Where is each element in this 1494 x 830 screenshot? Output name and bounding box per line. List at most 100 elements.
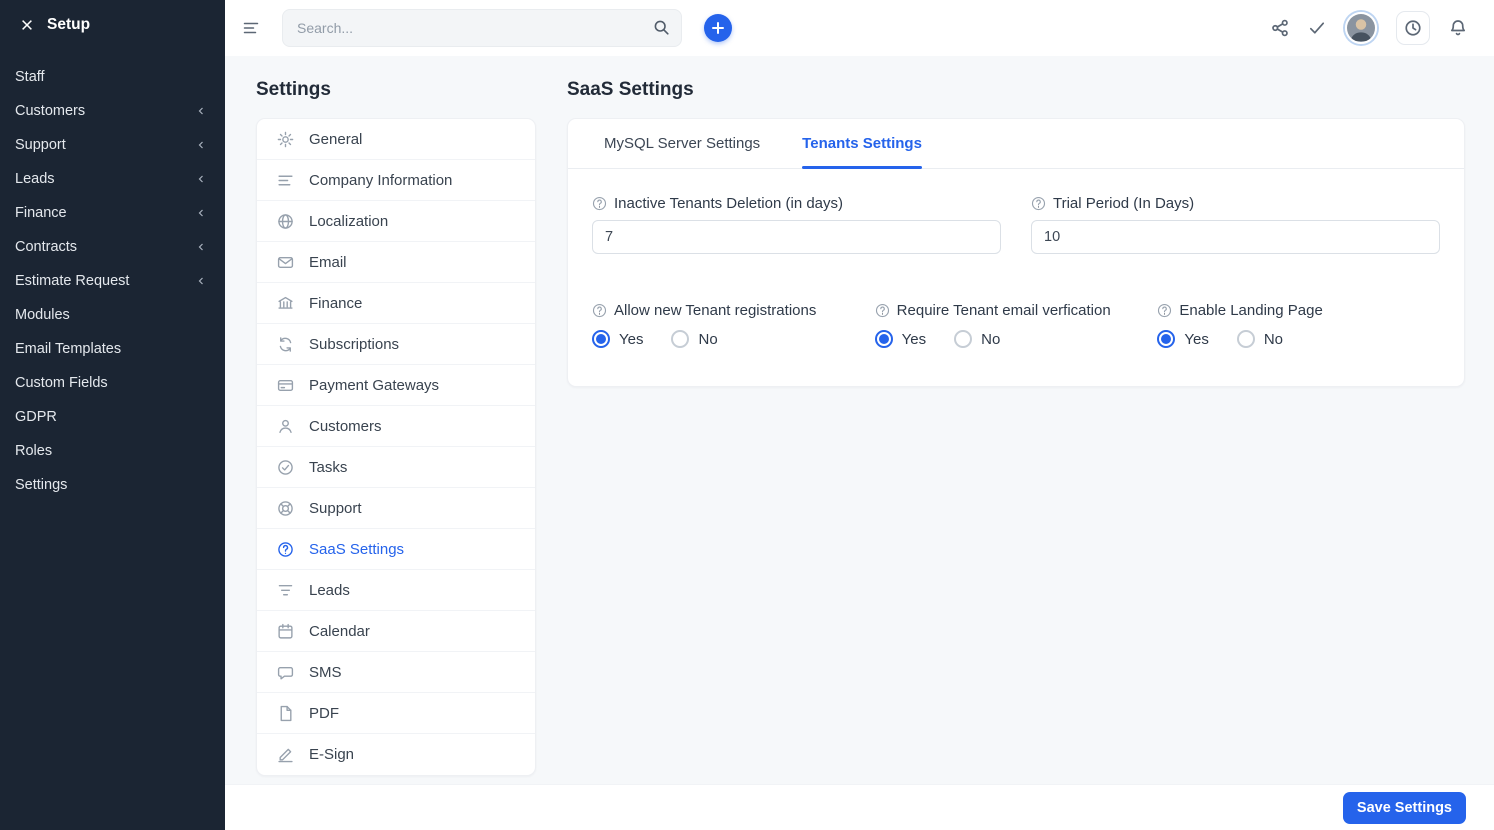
settings-menu-item-tasks[interactable]: Tasks [257,447,535,488]
radio-selected-icon[interactable] [592,330,610,348]
settings-menu-item-customers[interactable]: Customers [257,406,535,447]
content: Settings General Company Information Loc… [225,56,1494,784]
allow-new-tenant-registrations-group: Allow new Tenant registrations Yes No [592,302,875,348]
tab-mysql-server-settings[interactable]: MySQL Server Settings [604,119,760,168]
file-icon [277,705,294,722]
signature-icon [277,746,294,763]
settings-menu-panel: Settings General Company Information Loc… [256,78,536,784]
search-icon[interactable] [653,19,670,41]
radio-selected-icon[interactable] [1157,330,1176,348]
chat-icon [277,664,294,681]
check-circle-icon [277,459,294,476]
chevron-left-icon [195,173,207,185]
life-ring-icon [277,500,294,517]
chevron-left-icon [195,105,207,117]
add-button[interactable] [704,14,732,42]
radio-no[interactable]: No [671,330,718,348]
settings-menu-item-pdf[interactable]: PDF [257,693,535,734]
save-settings-button[interactable]: Save Settings [1342,791,1466,824]
topbar [225,0,1494,56]
sidebar-header: Setup [0,0,225,48]
credit-card-icon [277,377,294,394]
settings-menu-item-saas-settings[interactable]: SaaS Settings [257,529,535,570]
chevron-left-icon [195,207,207,219]
envelope-icon [277,254,294,271]
enable-landing-page-group: Enable Landing Page Yes No [1157,302,1440,348]
help-icon [592,196,607,211]
settings-menu-item-subscriptions[interactable]: Subscriptions [257,324,535,365]
settings-menu-item-finance[interactable]: Finance [257,283,535,324]
help-icon [875,303,890,318]
sidebar-item-staff[interactable]: Staff [0,60,225,94]
sidebar-item-email-templates[interactable]: Email Templates [0,332,225,366]
radio-no[interactable]: No [1236,330,1283,348]
app-window: Setup Staff Customers Support Leads Fina… [0,0,1494,830]
settings-menu-item-leads[interactable]: Leads [257,570,535,611]
group-label: Require Tenant email verfication [896,302,1111,319]
check-icon[interactable] [1308,19,1326,37]
inactive-tenants-deletion-input[interactable] [592,220,1001,254]
settings-menu-item-calendar[interactable]: Calendar [257,611,535,652]
chevron-left-icon [195,275,207,287]
funnel-icon [277,582,294,599]
sidebar-item-customers[interactable]: Customers [0,94,225,128]
align-left-icon [277,172,294,189]
settings-menu-item-e-sign[interactable]: E-Sign [257,734,535,775]
settings-menu-card: General Company Information Localization… [256,118,536,776]
trial-period-field: Trial Period (In Days) [1031,195,1440,254]
tab-tenants-settings[interactable]: Tenants Settings [802,119,922,169]
radio-unselected-icon[interactable] [1236,330,1255,348]
trial-period-input[interactable] [1031,220,1440,254]
close-icon[interactable] [20,18,34,32]
radio-unselected-icon[interactable] [954,330,973,348]
settings-menu-item-support[interactable]: Support [257,488,535,529]
radio-selected-icon[interactable] [874,330,893,348]
share-icon[interactable] [1271,19,1289,37]
clock-icon[interactable] [1396,11,1430,45]
settings-menu-item-company-information[interactable]: Company Information [257,160,535,201]
setup-nav: Staff Customers Support Leads Finance Co… [0,48,225,502]
settings-menu-item-general[interactable]: General [257,119,535,160]
settings-menu-item-sms[interactable]: SMS [257,652,535,693]
setup-sidebar: Setup Staff Customers Support Leads Fina… [0,0,225,830]
chevron-left-icon [195,139,207,151]
gear-icon [277,131,294,148]
sidebar-item-contracts[interactable]: Contracts [0,230,225,264]
tenants-settings-form: Inactive Tenants Deletion (in days) Tria… [568,169,1464,386]
footer-bar: Save Settings [225,784,1494,830]
bell-icon[interactable] [1449,19,1467,37]
radio-yes[interactable]: Yes [592,330,643,348]
settings-menu-item-email[interactable]: Email [257,242,535,283]
help-icon [1157,303,1172,318]
sidebar-item-modules[interactable]: Modules [0,298,225,332]
inactive-tenants-deletion-field: Inactive Tenants Deletion (in days) [592,195,1001,254]
sidebar-item-roles[interactable]: Roles [0,434,225,468]
group-label: Allow new Tenant registrations [614,302,817,319]
bank-icon [277,295,294,312]
menu-toggle-icon[interactable] [242,19,260,37]
radio-unselected-icon[interactable] [671,330,690,348]
avatar[interactable] [1345,12,1377,44]
radio-yes[interactable]: Yes [874,330,926,348]
sidebar-item-estimate-request[interactable]: Estimate Request [0,264,225,298]
sidebar-item-custom-fields[interactable]: Custom Fields [0,366,225,400]
sidebar-item-gdpr[interactable]: GDPR [0,400,225,434]
sidebar-item-finance[interactable]: Finance [0,196,225,230]
search-box [282,9,682,47]
settings-menu-item-localization[interactable]: Localization [257,201,535,242]
radio-no[interactable]: No [954,330,1000,348]
sidebar-item-support[interactable]: Support [0,128,225,162]
page-title: SaaS Settings [567,79,694,100]
settings-menu-item-payment-gateways[interactable]: Payment Gateways [257,365,535,406]
field-label: Inactive Tenants Deletion (in days) [614,195,844,212]
require-tenant-email-verification-group: Require Tenant email verfication Yes No [874,302,1158,348]
search-input[interactable] [282,9,682,47]
saas-settings-card: MySQL Server Settings Tenants Settings I… [567,118,1465,387]
field-label: Trial Period (In Days) [1053,195,1195,212]
radio-yes[interactable]: Yes [1157,330,1209,348]
globe-icon [277,213,294,230]
sidebar-item-leads[interactable]: Leads [0,162,225,196]
sidebar-item-settings[interactable]: Settings [0,468,225,502]
help-icon [1031,196,1046,211]
sidebar-title: Setup [47,16,91,33]
